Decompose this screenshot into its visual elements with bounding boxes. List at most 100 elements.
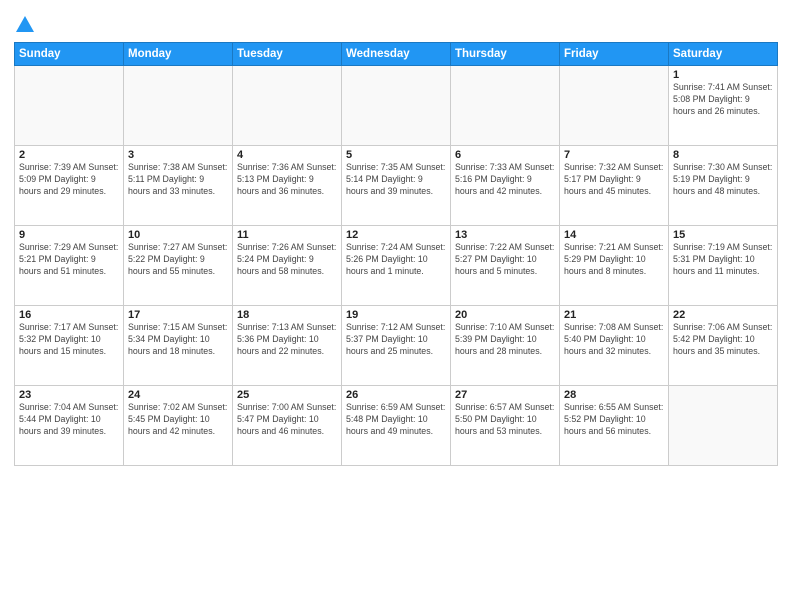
calendar-cell	[451, 66, 560, 146]
calendar-cell: 18Sunrise: 7:13 AM Sunset: 5:36 PM Dayli…	[233, 306, 342, 386]
calendar-week-2: 9Sunrise: 7:29 AM Sunset: 5:21 PM Daylig…	[15, 226, 778, 306]
weekday-friday: Friday	[560, 43, 669, 66]
calendar-cell: 24Sunrise: 7:02 AM Sunset: 5:45 PM Dayli…	[124, 386, 233, 466]
day-number: 8	[673, 149, 773, 161]
day-info: Sunrise: 7:27 AM Sunset: 5:22 PM Dayligh…	[128, 242, 228, 278]
weekday-tuesday: Tuesday	[233, 43, 342, 66]
calendar-cell: 11Sunrise: 7:26 AM Sunset: 5:24 PM Dayli…	[233, 226, 342, 306]
calendar-week-4: 23Sunrise: 7:04 AM Sunset: 5:44 PM Dayli…	[15, 386, 778, 466]
day-number: 14	[564, 229, 664, 241]
day-number: 5	[346, 149, 446, 161]
calendar-cell: 20Sunrise: 7:10 AM Sunset: 5:39 PM Dayli…	[451, 306, 560, 386]
calendar-cell: 4Sunrise: 7:36 AM Sunset: 5:13 PM Daylig…	[233, 146, 342, 226]
day-number: 13	[455, 229, 555, 241]
day-number: 19	[346, 309, 446, 321]
day-info: Sunrise: 7:10 AM Sunset: 5:39 PM Dayligh…	[455, 322, 555, 358]
day-info: Sunrise: 7:04 AM Sunset: 5:44 PM Dayligh…	[19, 402, 119, 438]
day-number: 17	[128, 309, 228, 321]
day-info: Sunrise: 7:21 AM Sunset: 5:29 PM Dayligh…	[564, 242, 664, 278]
calendar-week-3: 16Sunrise: 7:17 AM Sunset: 5:32 PM Dayli…	[15, 306, 778, 386]
calendar-cell: 28Sunrise: 6:55 AM Sunset: 5:52 PM Dayli…	[560, 386, 669, 466]
weekday-wednesday: Wednesday	[342, 43, 451, 66]
day-number: 6	[455, 149, 555, 161]
day-number: 15	[673, 229, 773, 241]
day-info: Sunrise: 7:38 AM Sunset: 5:11 PM Dayligh…	[128, 162, 228, 198]
day-info: Sunrise: 7:19 AM Sunset: 5:31 PM Dayligh…	[673, 242, 773, 278]
calendar-cell: 13Sunrise: 7:22 AM Sunset: 5:27 PM Dayli…	[451, 226, 560, 306]
day-info: Sunrise: 7:41 AM Sunset: 5:08 PM Dayligh…	[673, 82, 773, 118]
calendar-cell: 14Sunrise: 7:21 AM Sunset: 5:29 PM Dayli…	[560, 226, 669, 306]
day-number: 25	[237, 389, 337, 401]
day-info: Sunrise: 7:24 AM Sunset: 5:26 PM Dayligh…	[346, 242, 446, 278]
weekday-sunday: Sunday	[15, 43, 124, 66]
day-number: 3	[128, 149, 228, 161]
day-info: Sunrise: 7:15 AM Sunset: 5:34 PM Dayligh…	[128, 322, 228, 358]
day-number: 9	[19, 229, 119, 241]
day-info: Sunrise: 7:00 AM Sunset: 5:47 PM Dayligh…	[237, 402, 337, 438]
day-info: Sunrise: 7:32 AM Sunset: 5:17 PM Dayligh…	[564, 162, 664, 198]
day-number: 2	[19, 149, 119, 161]
day-number: 16	[19, 309, 119, 321]
calendar-cell: 8Sunrise: 7:30 AM Sunset: 5:19 PM Daylig…	[669, 146, 778, 226]
day-number: 27	[455, 389, 555, 401]
day-info: Sunrise: 7:30 AM Sunset: 5:19 PM Dayligh…	[673, 162, 773, 198]
day-number: 21	[564, 309, 664, 321]
day-info: Sunrise: 6:57 AM Sunset: 5:50 PM Dayligh…	[455, 402, 555, 438]
day-number: 23	[19, 389, 119, 401]
calendar-cell: 27Sunrise: 6:57 AM Sunset: 5:50 PM Dayli…	[451, 386, 560, 466]
calendar-cell: 15Sunrise: 7:19 AM Sunset: 5:31 PM Dayli…	[669, 226, 778, 306]
weekday-header-row: SundayMondayTuesdayWednesdayThursdayFrid…	[15, 43, 778, 66]
calendar-cell: 5Sunrise: 7:35 AM Sunset: 5:14 PM Daylig…	[342, 146, 451, 226]
calendar-table: SundayMondayTuesdayWednesdayThursdayFrid…	[14, 42, 778, 466]
day-info: Sunrise: 6:59 AM Sunset: 5:48 PM Dayligh…	[346, 402, 446, 438]
calendar-cell	[669, 386, 778, 466]
calendar-cell: 16Sunrise: 7:17 AM Sunset: 5:32 PM Dayli…	[15, 306, 124, 386]
day-info: Sunrise: 7:36 AM Sunset: 5:13 PM Dayligh…	[237, 162, 337, 198]
calendar-cell: 10Sunrise: 7:27 AM Sunset: 5:22 PM Dayli…	[124, 226, 233, 306]
header	[14, 10, 778, 36]
calendar-cell: 26Sunrise: 6:59 AM Sunset: 5:48 PM Dayli…	[342, 386, 451, 466]
day-info: Sunrise: 7:29 AM Sunset: 5:21 PM Dayligh…	[19, 242, 119, 278]
day-number: 22	[673, 309, 773, 321]
calendar-cell	[124, 66, 233, 146]
day-info: Sunrise: 7:35 AM Sunset: 5:14 PM Dayligh…	[346, 162, 446, 198]
day-number: 10	[128, 229, 228, 241]
calendar-cell: 7Sunrise: 7:32 AM Sunset: 5:17 PM Daylig…	[560, 146, 669, 226]
weekday-thursday: Thursday	[451, 43, 560, 66]
day-number: 28	[564, 389, 664, 401]
day-info: Sunrise: 7:26 AM Sunset: 5:24 PM Dayligh…	[237, 242, 337, 278]
weekday-saturday: Saturday	[669, 43, 778, 66]
calendar-cell	[233, 66, 342, 146]
calendar-cell: 23Sunrise: 7:04 AM Sunset: 5:44 PM Dayli…	[15, 386, 124, 466]
day-number: 7	[564, 149, 664, 161]
day-number: 11	[237, 229, 337, 241]
day-info: Sunrise: 7:33 AM Sunset: 5:16 PM Dayligh…	[455, 162, 555, 198]
calendar-cell	[15, 66, 124, 146]
day-info: Sunrise: 7:39 AM Sunset: 5:09 PM Dayligh…	[19, 162, 119, 198]
calendar-cell: 1Sunrise: 7:41 AM Sunset: 5:08 PM Daylig…	[669, 66, 778, 146]
day-info: Sunrise: 6:55 AM Sunset: 5:52 PM Dayligh…	[564, 402, 664, 438]
calendar-cell: 17Sunrise: 7:15 AM Sunset: 5:34 PM Dayli…	[124, 306, 233, 386]
day-number: 1	[673, 69, 773, 81]
logo-icon	[14, 14, 36, 36]
calendar-week-1: 2Sunrise: 7:39 AM Sunset: 5:09 PM Daylig…	[15, 146, 778, 226]
day-info: Sunrise: 7:02 AM Sunset: 5:45 PM Dayligh…	[128, 402, 228, 438]
day-info: Sunrise: 7:08 AM Sunset: 5:40 PM Dayligh…	[564, 322, 664, 358]
day-info: Sunrise: 7:06 AM Sunset: 5:42 PM Dayligh…	[673, 322, 773, 358]
day-info: Sunrise: 7:12 AM Sunset: 5:37 PM Dayligh…	[346, 322, 446, 358]
day-number: 24	[128, 389, 228, 401]
calendar-cell: 12Sunrise: 7:24 AM Sunset: 5:26 PM Dayli…	[342, 226, 451, 306]
day-info: Sunrise: 7:13 AM Sunset: 5:36 PM Dayligh…	[237, 322, 337, 358]
weekday-monday: Monday	[124, 43, 233, 66]
calendar-cell: 21Sunrise: 7:08 AM Sunset: 5:40 PM Dayli…	[560, 306, 669, 386]
day-number: 20	[455, 309, 555, 321]
logo	[14, 10, 38, 36]
calendar-cell	[342, 66, 451, 146]
day-number: 26	[346, 389, 446, 401]
calendar-cell: 25Sunrise: 7:00 AM Sunset: 5:47 PM Dayli…	[233, 386, 342, 466]
calendar-cell: 3Sunrise: 7:38 AM Sunset: 5:11 PM Daylig…	[124, 146, 233, 226]
day-number: 18	[237, 309, 337, 321]
calendar-week-0: 1Sunrise: 7:41 AM Sunset: 5:08 PM Daylig…	[15, 66, 778, 146]
calendar-cell: 19Sunrise: 7:12 AM Sunset: 5:37 PM Dayli…	[342, 306, 451, 386]
calendar-cell: 22Sunrise: 7:06 AM Sunset: 5:42 PM Dayli…	[669, 306, 778, 386]
